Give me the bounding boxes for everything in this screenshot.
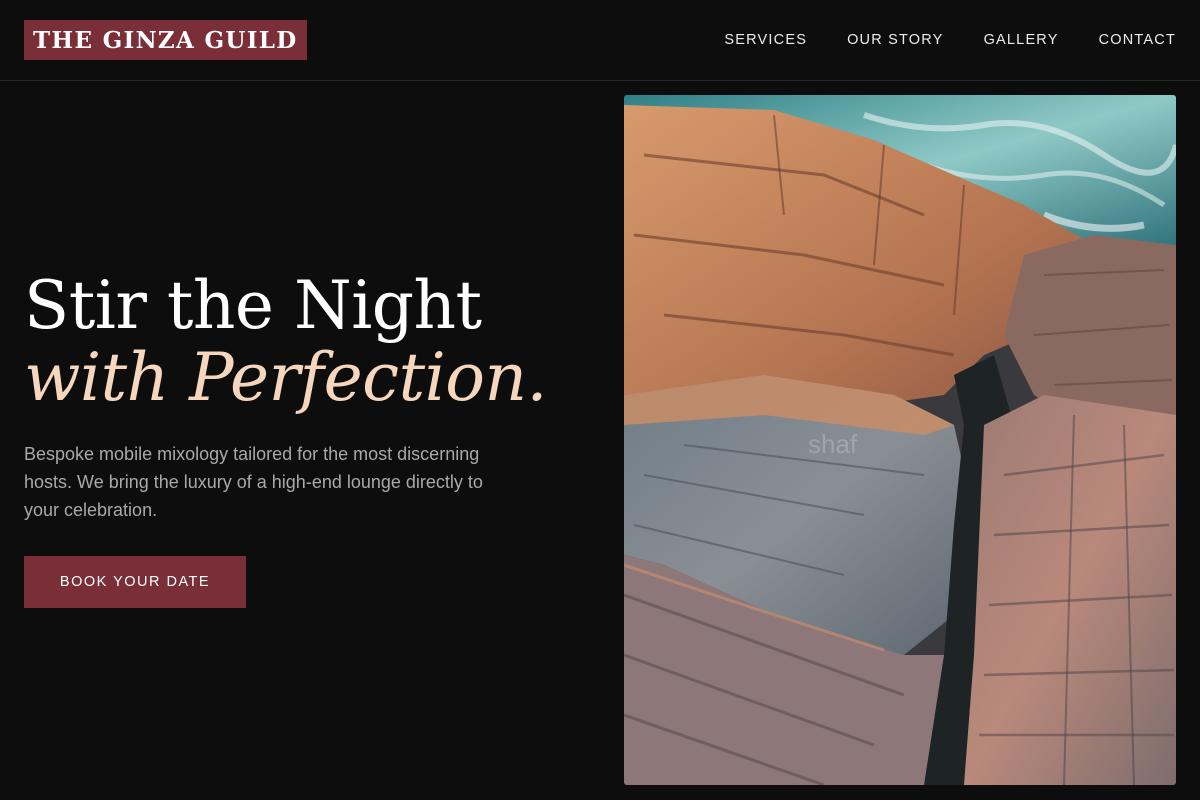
hero-title: Stir the Night with Perfection. <box>24 270 547 414</box>
nav-link-gallery[interactable]: GALLERY <box>984 30 1059 50</box>
image-watermark: shaf <box>808 429 858 459</box>
nav-link-services[interactable]: SERVICES <box>724 30 807 50</box>
nav-link-contact[interactable]: CONTACT <box>1099 30 1176 50</box>
hero-subtitle: Bespoke mobile mixology tailored for the… <box>24 444 483 520</box>
nav-link-our-story[interactable]: OUR STORY <box>847 30 943 50</box>
hero-title-line1: Stir the Night <box>24 267 482 344</box>
hero-image: shaf <box>624 95 1176 785</box>
brand-logo[interactable]: THE GINZA GUILD <box>24 20 307 60</box>
hero-title-line2: with Perfection. <box>24 339 547 416</box>
book-date-button[interactable]: BOOK YOUR DATE <box>24 556 246 608</box>
coastal-rocks-photo <box>624 95 1176 785</box>
site-header: THE GINZA GUILD SERVICES OUR STORY GALLE… <box>0 0 1200 81</box>
main-nav: SERVICES OUR STORY GALLERY CONTACT <box>724 30 1176 50</box>
